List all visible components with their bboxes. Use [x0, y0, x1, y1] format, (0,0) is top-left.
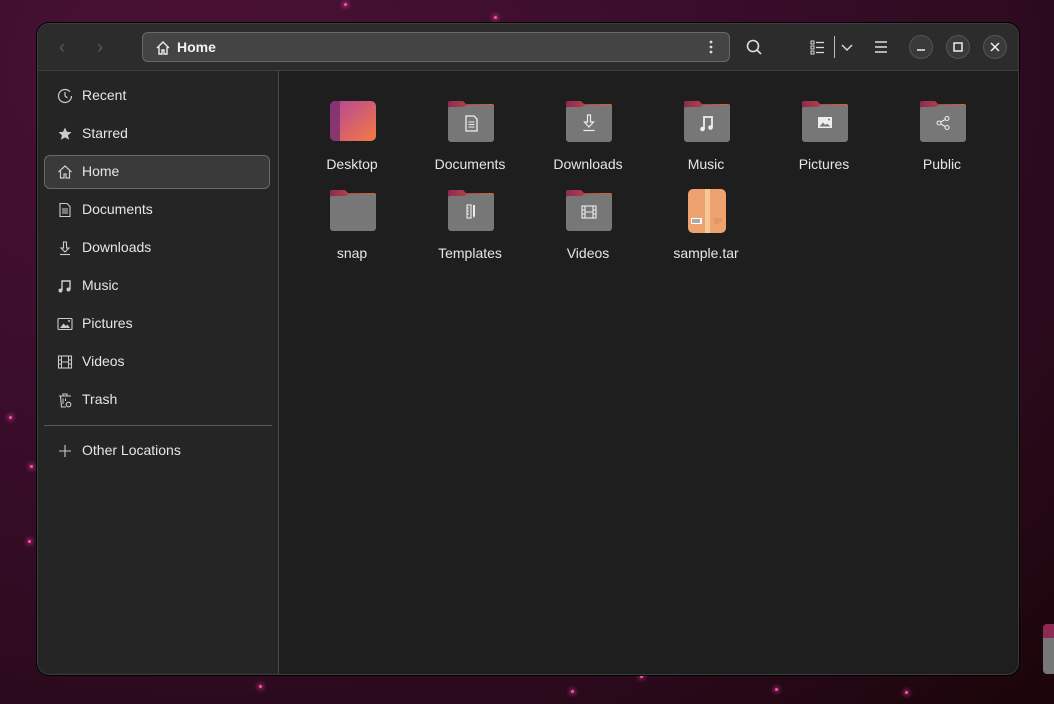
music-note-icon — [58, 280, 71, 293]
close-icon — [990, 42, 1000, 52]
file-name: sample.tar — [673, 245, 739, 261]
sidebar-item-home[interactable]: Home — [44, 155, 270, 189]
sidebar-item-pictures[interactable]: Pictures — [44, 307, 270, 341]
file-name: Public — [922, 156, 962, 172]
maximize-icon — [953, 42, 963, 52]
location-bar[interactable]: Home — [142, 32, 730, 62]
forward-button[interactable]: › — [88, 35, 112, 59]
desktop-folder-icon — [330, 101, 376, 141]
wallpaper-star — [30, 465, 33, 468]
sidebar-item-music[interactable]: Music — [44, 269, 270, 303]
clock-icon — [57, 88, 73, 104]
sidebar-item-videos[interactable]: Videos — [44, 345, 270, 379]
back-button[interactable]: ‹ — [50, 35, 74, 59]
sidebar-item-recent[interactable]: Recent — [44, 79, 270, 113]
download-icon — [59, 241, 71, 256]
home-icon — [58, 165, 72, 179]
sidebar: Recent Starred Home Documents Downloads … — [38, 71, 279, 674]
search-icon[interactable] — [744, 37, 764, 57]
chevron-left-icon: ‹ — [59, 37, 65, 57]
sidebar-item-label: Trash — [82, 391, 118, 407]
file-item[interactable]: Downloads — [533, 100, 643, 180]
file-name: Documents — [434, 156, 506, 172]
sidebar-item-label: Recent — [82, 87, 127, 103]
plus-icon — [59, 445, 71, 457]
file-name: Pictures — [798, 156, 850, 172]
wallpaper-star — [28, 540, 31, 543]
chevron-right-icon: › — [97, 37, 103, 57]
wallpaper-star — [9, 416, 12, 419]
home-icon — [156, 41, 170, 55]
file-item[interactable]: snap — [297, 189, 407, 269]
file-name: Desktop — [326, 156, 378, 172]
folder-icon — [802, 101, 848, 142]
sidebar-item-other-locations[interactable]: Other Locations — [44, 434, 270, 468]
sidebar-item-label: Documents — [82, 201, 153, 217]
document-icon — [59, 202, 71, 218]
location-title: Home — [177, 39, 216, 55]
wallpaper-star — [259, 685, 262, 688]
vertical-dots-icon[interactable] — [701, 37, 721, 57]
sidebar-item-label: Home — [82, 163, 120, 179]
sidebar-item-documents[interactable]: Documents — [44, 193, 270, 227]
sidebar-item-label: Other Locations — [82, 442, 181, 458]
wallpaper-star — [905, 691, 908, 694]
file-item[interactable]: Videos — [533, 189, 643, 269]
sidebar-item-label: Starred — [82, 125, 128, 141]
wallpaper-star — [640, 675, 643, 678]
wallpaper-star — [494, 16, 497, 19]
star-icon — [58, 127, 72, 140]
file-name: Videos — [566, 245, 610, 261]
sidebar-item-label: Music — [82, 277, 119, 293]
file-item[interactable]: sample.tar — [651, 189, 761, 269]
wallpaper-star — [344, 3, 347, 6]
folder-icon — [448, 101, 494, 142]
sidebar-separator — [44, 425, 272, 426]
wallpaper-star — [571, 690, 574, 693]
chevron-down-icon[interactable] — [837, 37, 857, 57]
film-icon — [57, 355, 73, 369]
sidebar-item-trash[interactable]: Trash — [44, 383, 270, 417]
file-name: Templates — [438, 245, 502, 261]
wallpaper-star — [775, 688, 778, 691]
minimize-button[interactable] — [909, 35, 933, 59]
sidebar-item-downloads[interactable]: Downloads — [44, 231, 270, 265]
file-manager-window: ‹ › Home Recent Starred Home Documents D… — [37, 23, 1019, 675]
file-item[interactable]: Templates — [415, 189, 525, 269]
list-view-icon[interactable] — [808, 37, 828, 57]
minimize-icon — [917, 49, 925, 51]
file-name: Music — [687, 156, 725, 172]
trash-icon — [59, 393, 72, 408]
folder-icon — [566, 190, 612, 231]
maximize-button[interactable] — [946, 35, 970, 59]
headerbar: ‹ › Home — [38, 24, 1018, 71]
folder-icon — [684, 101, 730, 142]
archive-icon — [688, 189, 726, 233]
sidebar-item-label: Downloads — [82, 239, 152, 255]
sidebar-item-label: Videos — [82, 353, 125, 369]
file-name: Downloads — [553, 156, 623, 172]
folder-icon — [448, 190, 494, 231]
picture-icon — [818, 117, 832, 128]
folder-icon — [330, 190, 376, 231]
file-name: snap — [336, 245, 368, 261]
folder-icon — [920, 101, 966, 142]
file-item[interactable]: Music — [651, 100, 761, 180]
hamburger-menu-icon[interactable] — [871, 37, 891, 57]
file-item[interactable]: Public — [887, 100, 997, 180]
file-view: Desktop Documents Downloads Music Pictur… — [279, 71, 1018, 674]
desktop-folder-icon-partial[interactable] — [1043, 624, 1054, 674]
file-item[interactable]: Pictures — [769, 100, 879, 180]
folder-icon — [566, 101, 612, 142]
sidebar-item-label: Pictures — [82, 315, 133, 331]
sidebar-item-starred[interactable]: Starred — [44, 117, 270, 151]
view-separator — [834, 36, 835, 58]
close-button[interactable] — [983, 35, 1007, 59]
file-item[interactable]: Documents — [415, 100, 525, 180]
picture-icon — [57, 317, 73, 331]
file-item[interactable]: Desktop — [297, 100, 407, 180]
